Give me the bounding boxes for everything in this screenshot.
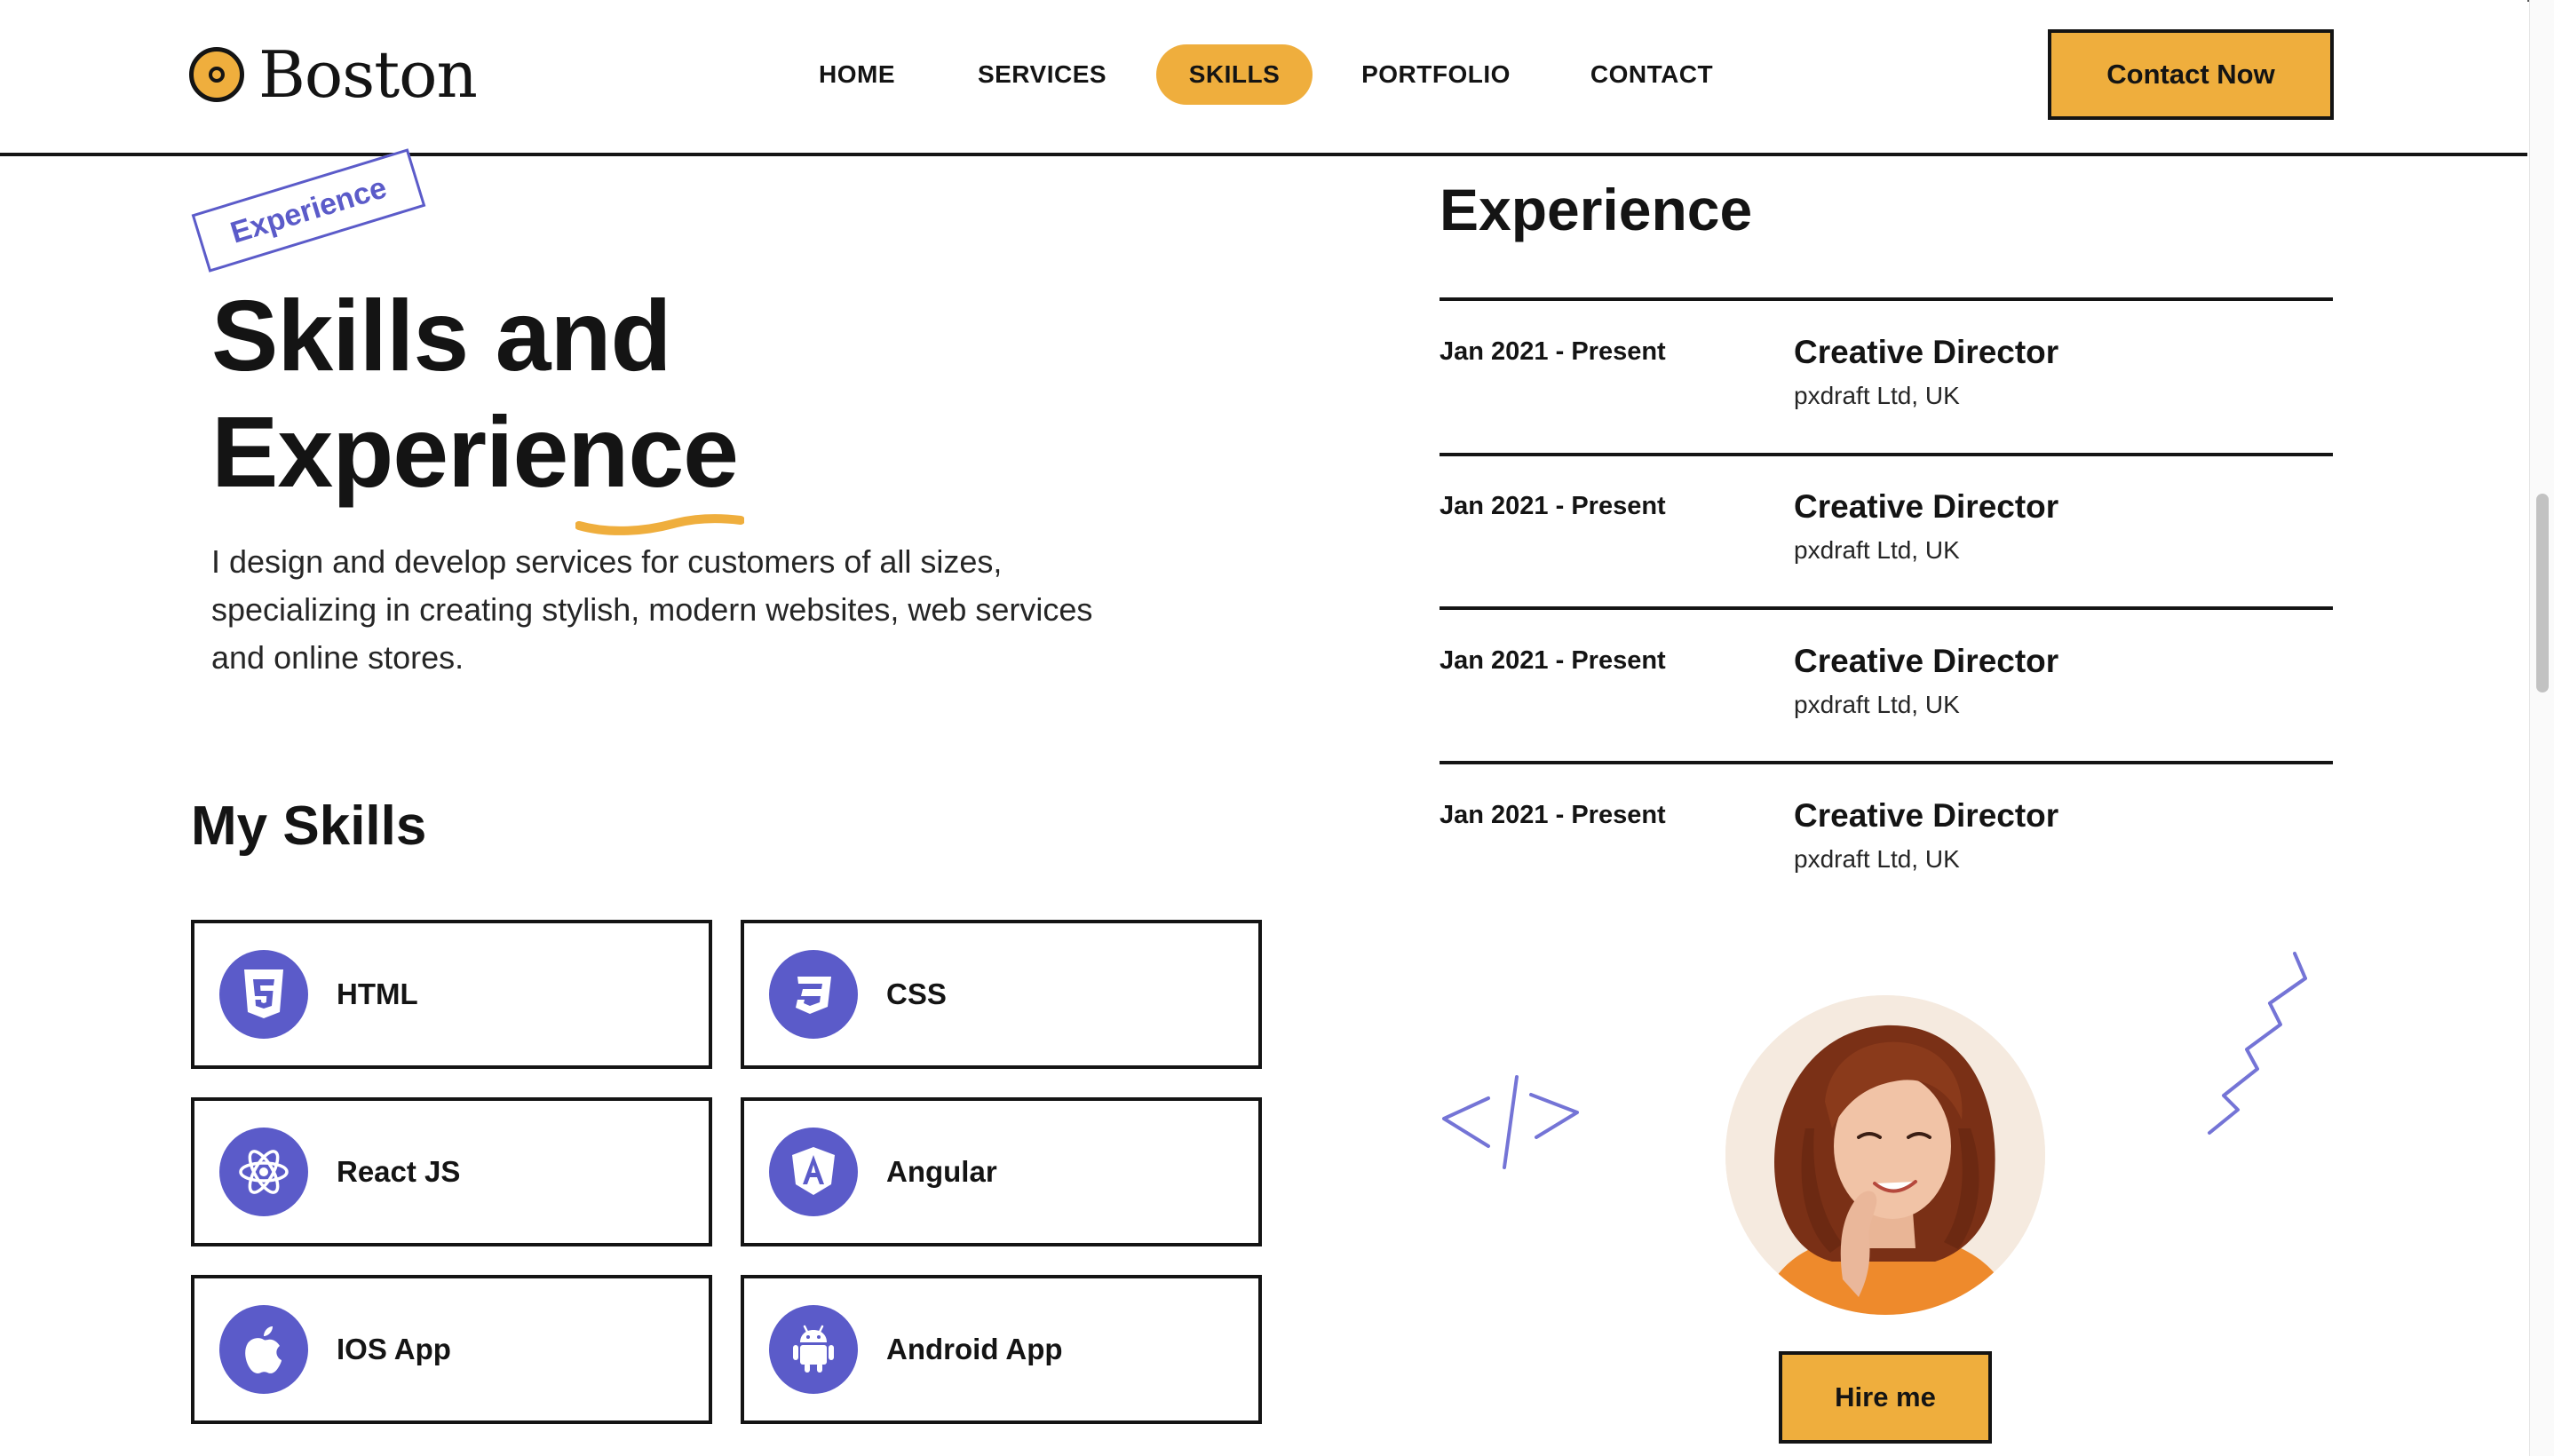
divider xyxy=(1440,606,2333,610)
react-icon xyxy=(219,1128,308,1216)
contact-now-button[interactable]: Contact Now xyxy=(2048,29,2334,120)
page-title-line-1: Skills and xyxy=(211,280,672,392)
profile-photo xyxy=(1725,995,2045,1315)
logo-text: Boston xyxy=(258,37,478,112)
experience-role: Creative Director xyxy=(1794,334,2059,370)
logo-mark-icon xyxy=(189,47,244,102)
divider xyxy=(1440,453,2333,456)
html5-icon xyxy=(219,950,308,1039)
brush-underline xyxy=(575,514,744,535)
experience-role: Creative Director xyxy=(1794,488,2059,525)
page-title-line-2: Experience xyxy=(211,396,739,508)
scrollbar-track[interactable] xyxy=(2529,0,2554,1456)
page-title: Skills and Experience xyxy=(211,278,1011,510)
code-brackets-icon xyxy=(1442,1075,1579,1169)
skill-card-html[interactable]: HTML xyxy=(191,920,712,1069)
nav-portfolio[interactable]: PORTFOLIO xyxy=(1352,44,1520,105)
nav-contact[interactable]: CONTACT xyxy=(1578,44,1725,105)
css3-icon xyxy=(769,950,858,1039)
nav-home[interactable]: HOME xyxy=(799,44,915,105)
skill-label: React JS xyxy=(337,1155,461,1188)
experience-company: pxdraft Ltd, UK xyxy=(1794,691,1960,718)
skills-heading: My Skills xyxy=(191,795,427,857)
skill-card-css[interactable]: CSS xyxy=(741,920,1262,1069)
skill-label: IOS App xyxy=(337,1333,451,1365)
divider xyxy=(1440,761,2333,764)
experience-company: pxdraft Ltd, UK xyxy=(1794,536,1960,564)
site-header: Boston HOME SERVICES SKILLS PORTFOLIO CO… xyxy=(0,0,2527,156)
scrollbar-thumb[interactable] xyxy=(2536,494,2549,692)
zigzag-decoration-icon xyxy=(2208,952,2307,1135)
experience-date: Jan 2021 - Present xyxy=(1440,801,1666,829)
experience-stamp: Experience xyxy=(191,148,426,273)
skill-card-angular[interactable]: Angular xyxy=(741,1097,1262,1246)
experience-date: Jan 2021 - Present xyxy=(1440,646,1666,675)
skill-card-android[interactable]: Android App xyxy=(741,1275,1262,1424)
site-logo[interactable]: Boston xyxy=(189,37,478,112)
experience-role: Creative Director xyxy=(1794,643,2059,679)
nav-services[interactable]: SERVICES xyxy=(968,44,1116,105)
divider xyxy=(1440,297,2333,301)
experience-company: pxdraft Ltd, UK xyxy=(1794,382,1960,409)
experience-company: pxdraft Ltd, UK xyxy=(1794,845,1960,873)
skill-label: Android App xyxy=(886,1333,1063,1365)
angular-icon xyxy=(769,1128,858,1216)
skill-label: Angular xyxy=(886,1155,997,1188)
android-icon xyxy=(769,1305,858,1394)
skill-card-ios[interactable]: IOS App xyxy=(191,1275,712,1424)
skill-card-react[interactable]: React JS xyxy=(191,1097,712,1246)
experience-date: Jan 2021 - Present xyxy=(1440,337,1666,366)
hero-description: I design and develop services for custom… xyxy=(211,543,1093,676)
skill-label: CSS xyxy=(886,977,947,1010)
skill-label: HTML xyxy=(337,977,418,1010)
experience-heading: Experience xyxy=(1440,177,1753,242)
nav-skills[interactable]: SKILLS xyxy=(1156,44,1313,105)
apple-icon xyxy=(219,1305,308,1394)
experience-date: Jan 2021 - Present xyxy=(1440,492,1666,520)
experience-role: Creative Director xyxy=(1794,797,2059,834)
hire-me-button[interactable]: Hire me xyxy=(1779,1351,1992,1444)
